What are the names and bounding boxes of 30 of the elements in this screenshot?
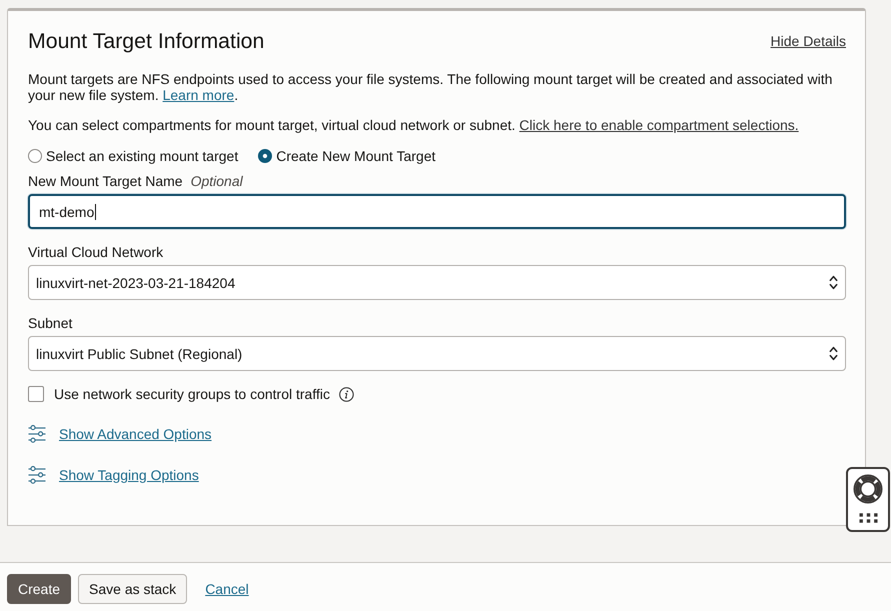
radio-option[interactable]: Select an existing mount target [28, 147, 238, 165]
section-title: Mount Target Information [28, 28, 264, 54]
optional-hint: Optional [190, 173, 243, 189]
field-label: Subnet [28, 315, 74, 331]
chevron-up-down-icon [829, 346, 838, 361]
learn-more-link[interactable]: Learn more [162, 87, 234, 103]
info-icon[interactable] [338, 386, 354, 402]
name-input-field[interactable]: mt-demo [28, 194, 846, 229]
checkbox-option[interactable]: Use network security groups to control traffic [28, 386, 330, 402]
lifebuoy-icon [853, 474, 883, 504]
cancel-link[interactable]: Cancel [205, 574, 249, 604]
show-options-link[interactable]: Show Tagging Options [59, 467, 199, 483]
chevron-up-down-icon [829, 275, 838, 290]
save-stack-button[interactable]: Save as stack [78, 574, 188, 604]
text-cursor [95, 204, 96, 220]
field-label: Virtual Cloud Network [28, 244, 164, 260]
select-field[interactable]: linuxvirt Public Subnet (Regional) [28, 336, 846, 371]
compartment-note: You can select compartments for mount target, virtual cloud network or subnet. Click here to enable compartment selections. [28, 117, 800, 133]
show-options-link[interactable]: Show Advanced Options [59, 426, 212, 442]
field-label: New Mount Target Name [28, 173, 183, 189]
sliders-icon[interactable] [28, 425, 46, 443]
help-widget-button[interactable] [846, 467, 890, 532]
radio-option[interactable]: Create New Mount Target [258, 147, 436, 165]
select-field[interactable]: linuxvirt-net-2023-03-21-184204 [28, 265, 846, 300]
create-button[interactable]: Create [7, 574, 72, 604]
hide-details-link[interactable]: Hide Details [770, 33, 846, 49]
dots-grid-icon [858, 513, 878, 523]
description-text: Mount targets are NFS endpoints used to access your file systems. The following mount target will be created and associated with your new file system. Learn more. [28, 71, 834, 103]
enable-compartments-link[interactable]: Click here to enable compartment selections. [519, 117, 799, 133]
sliders-icon[interactable] [28, 466, 46, 484]
